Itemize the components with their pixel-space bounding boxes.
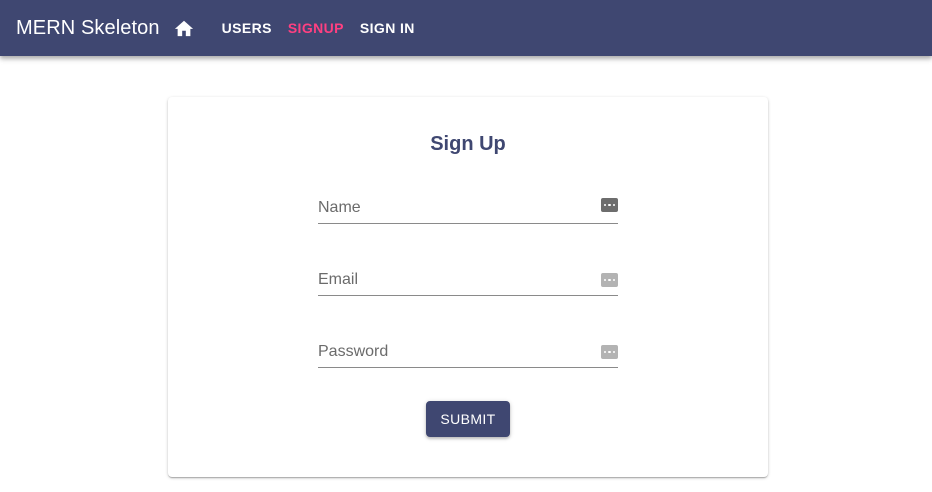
nav-signin-link[interactable]: SIGN IN [352,10,423,46]
email-field [318,266,618,296]
password-input[interactable] [318,338,588,366]
name-field [318,194,618,224]
card-title: Sign Up [430,133,506,155]
signup-card: Sign Up SUBMIT [168,97,768,477]
home-icon [174,20,193,37]
name-input[interactable] [318,194,588,222]
nav-signup-link[interactable]: SIGNUP [280,10,352,46]
app-title: MERN Skeleton [16,16,160,39]
password-dots-icon[interactable] [601,198,618,212]
home-button[interactable] [170,14,198,42]
password-field [318,338,618,368]
password-dots-icon[interactable] [601,345,618,359]
nav-users-link[interactable]: USERS [214,10,280,46]
email-input[interactable] [318,266,588,294]
password-dots-icon[interactable] [601,273,618,287]
app-bar: MERN Skeleton USERS SIGNUP SIGN IN [0,0,932,56]
submit-button[interactable]: SUBMIT [426,401,510,437]
